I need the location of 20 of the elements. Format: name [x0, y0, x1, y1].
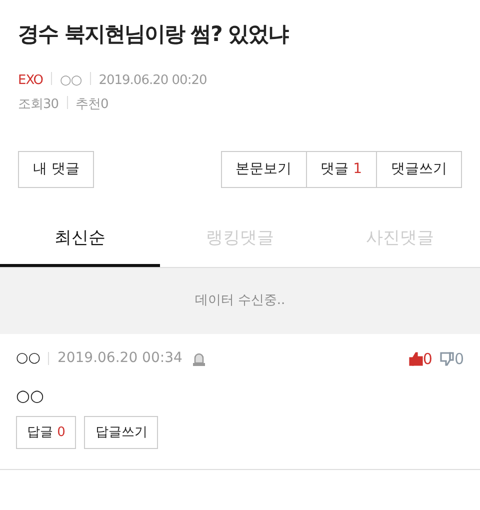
- comment-text: ○○: [16, 385, 45, 408]
- thumbs-down-icon: [440, 352, 454, 366]
- recommend-count: 추천0: [76, 96, 108, 112]
- loading-text: 데이터 수신중..: [194, 292, 286, 310]
- comment-date: 2019.06.20 00:34: [57, 349, 182, 368]
- like-button[interactable]: 0: [408, 348, 432, 370]
- toolbar-button[interactable]: 댓글 1: [306, 151, 377, 188]
- comment-author: ○○: [16, 349, 40, 368]
- toolbar-button[interactable]: 댓글쓰기: [377, 151, 462, 188]
- toolbar-button[interactable]: 본문보기: [220, 151, 307, 188]
- replies-button[interactable]: 답글 0: [16, 416, 76, 450]
- post-date: 2019.06.20 00:20: [98, 73, 207, 88]
- thumbs-up-icon: [408, 352, 423, 366]
- category-link[interactable]: EXO: [18, 73, 44, 88]
- author-name: ○○: [60, 73, 82, 88]
- post-title: 경수 북지현님이랑 썸? 있었냐: [17, 21, 290, 48]
- view-count: 조회30: [18, 96, 59, 112]
- write-reply-button[interactable]: 답글쓰기: [84, 416, 158, 450]
- report-siren-icon[interactable]: [192, 350, 206, 367]
- my-comments-button[interactable]: 내 댓글: [18, 151, 94, 188]
